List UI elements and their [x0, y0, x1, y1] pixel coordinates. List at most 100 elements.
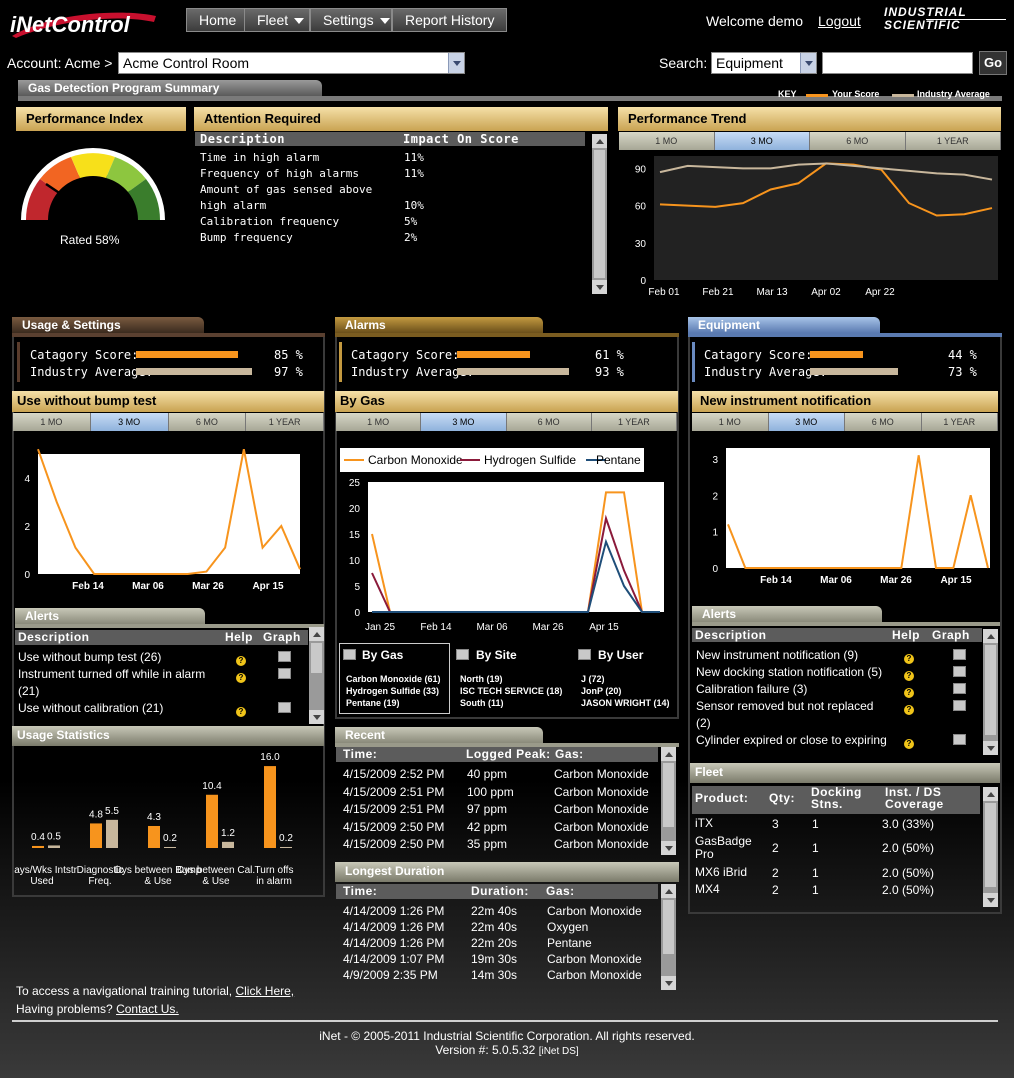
by-gas-link[interactable]: By Gas: [362, 648, 403, 662]
graph-icon[interactable]: [456, 649, 469, 660]
stat-category-label: Freq.: [88, 876, 111, 887]
x-tick-label: Apr 15: [589, 622, 619, 633]
tab-3-mo[interactable]: 3 MO: [768, 413, 845, 431]
recent-time: 4/15/2009 2:51 PM: [343, 802, 445, 816]
x-tick-label: Feb 21: [702, 287, 734, 298]
scroll-up-icon[interactable]: [592, 134, 607, 148]
tab-3-mo[interactable]: 3 MO: [90, 413, 169, 431]
account-label: Account: Acme >: [7, 55, 113, 71]
graph-icon[interactable]: [953, 734, 966, 748]
scroll-thumb[interactable]: [594, 150, 605, 278]
tab-3-mo[interactable]: 3 MO: [714, 132, 810, 150]
go-button[interactable]: Go: [979, 51, 1007, 75]
tab-1-mo[interactable]: 1 MO: [692, 413, 769, 431]
scroll-up-icon[interactable]: [661, 747, 676, 761]
alerts-right-scrollbar[interactable]: [983, 629, 998, 755]
tab-1-mo[interactable]: 1 MO: [336, 413, 422, 431]
search-input[interactable]: [822, 52, 973, 74]
scroll-thumb[interactable]: [663, 900, 674, 954]
scroll-down-icon[interactable]: [983, 741, 998, 755]
alerts-left-divider: [15, 624, 324, 628]
scroll-up-icon[interactable]: [983, 787, 998, 801]
scroll-down-icon[interactable]: [661, 841, 676, 855]
scroll-thumb[interactable]: [311, 643, 322, 673]
graph-icon[interactable]: [953, 683, 966, 697]
graph-icon[interactable]: [578, 649, 591, 660]
alerts-right-tab: Alerts: [692, 606, 882, 622]
graph-icon[interactable]: [343, 649, 356, 660]
help-icon[interactable]: ?: [904, 735, 914, 749]
graph-icon[interactable]: [953, 700, 966, 714]
tab-1-mo[interactable]: 1 MO: [619, 132, 715, 150]
tab-1-year[interactable]: 1 YEAR: [905, 132, 1001, 150]
longest-scrollbar[interactable]: [661, 884, 676, 990]
alerts-left-scrollbar[interactable]: [309, 627, 324, 724]
tab-1-mo[interactable]: 1 MO: [13, 413, 91, 431]
tutorial-link[interactable]: Click Here,: [235, 984, 294, 998]
fleet-header: Fleet: [690, 763, 1000, 783]
tab-1-year[interactable]: 1 YEAR: [921, 413, 998, 431]
alert-row: Sensor removed but not replaced: [696, 699, 874, 713]
alarms-tab: Alarms: [335, 317, 543, 333]
tab-6-mo[interactable]: 6 MO: [845, 413, 922, 431]
nav-fleet[interactable]: Fleet: [244, 8, 310, 32]
help-icon[interactable]: ?: [236, 703, 246, 717]
scroll-thumb[interactable]: [663, 763, 674, 827]
logout-link[interactable]: Logout: [818, 13, 861, 29]
by-site-link[interactable]: By Site: [476, 648, 517, 662]
bump-test-chart: 0 2 4 Feb 14 Mar 06 Mar 26 Apr 15: [24, 448, 301, 592]
nav-home[interactable]: Home: [186, 8, 250, 32]
help-icon[interactable]: ?: [904, 667, 914, 681]
contact-link[interactable]: Contact Us.: [116, 1002, 179, 1016]
scroll-thumb[interactable]: [985, 803, 996, 887]
scroll-down-icon[interactable]: [661, 976, 676, 990]
graph-icon[interactable]: [953, 666, 966, 680]
account-select[interactable]: Acme Control Room: [118, 52, 465, 74]
help-icon[interactable]: ?: [904, 684, 914, 698]
help-icon[interactable]: ?: [236, 652, 246, 666]
fleet-docking: 1: [812, 841, 819, 855]
help-icon[interactable]: ?: [236, 669, 246, 683]
tab-1-year[interactable]: 1 YEAR: [246, 413, 324, 431]
graph-icon[interactable]: [278, 668, 291, 682]
tab-6-mo[interactable]: 6 MO: [810, 132, 906, 150]
attention-row-desc: Frequency of high alarms: [200, 167, 359, 180]
graph-icon[interactable]: [953, 649, 966, 663]
tab-3-mo[interactable]: 3 MO: [421, 413, 507, 431]
alarm-list-item: North (19): [460, 674, 503, 684]
alarms-ind-pct: 93 %: [595, 365, 624, 379]
scroll-down-icon[interactable]: [592, 280, 607, 294]
scroll-up-icon[interactable]: [309, 627, 324, 641]
by-user-link[interactable]: By User: [598, 648, 643, 662]
scroll-up-icon[interactable]: [661, 884, 676, 898]
search-type-select[interactable]: Equipment: [711, 52, 817, 74]
help-icon[interactable]: ?: [904, 701, 914, 715]
recent-scrollbar[interactable]: [661, 747, 676, 855]
alarm-list-item: ISC TECH SERVICE (18): [460, 686, 563, 696]
scroll-down-icon[interactable]: [983, 893, 998, 907]
fleet-scrollbar[interactable]: [983, 787, 998, 907]
graph-icon[interactable]: [278, 651, 291, 665]
attention-col-impact: Impact On Score: [403, 132, 519, 146]
tab-6-mo[interactable]: 6 MO: [168, 413, 247, 431]
longest-gas: Carbon Monoxide: [547, 904, 642, 918]
longest-duration: 22m 20s: [471, 936, 518, 950]
help-icon[interactable]: ?: [904, 650, 914, 664]
tutorial-label: To access a navigational training tutori…: [16, 984, 233, 998]
attention-row-desc: Amount of gas sensed above: [200, 183, 373, 196]
attention-scrollbar[interactable]: [592, 134, 607, 294]
tab-6-mo[interactable]: 6 MO: [506, 413, 592, 431]
equipment-ind-bar: [810, 368, 898, 375]
y-tick-label: 90: [635, 164, 647, 175]
nav-report-history[interactable]: Report History: [392, 8, 508, 32]
scroll-thumb[interactable]: [985, 645, 996, 735]
scroll-up-icon[interactable]: [983, 629, 998, 643]
problems-label: Having problems?: [16, 1002, 113, 1016]
y-tick-label: 0: [640, 276, 646, 287]
recent-peak: 40 ppm: [467, 767, 508, 781]
tab-1-year[interactable]: 1 YEAR: [591, 413, 677, 431]
nav-settings[interactable]: Settings: [310, 8, 392, 32]
graph-icon[interactable]: [278, 702, 291, 716]
stat-label-your: 4.3: [147, 812, 161, 823]
scroll-down-icon[interactable]: [309, 710, 324, 724]
